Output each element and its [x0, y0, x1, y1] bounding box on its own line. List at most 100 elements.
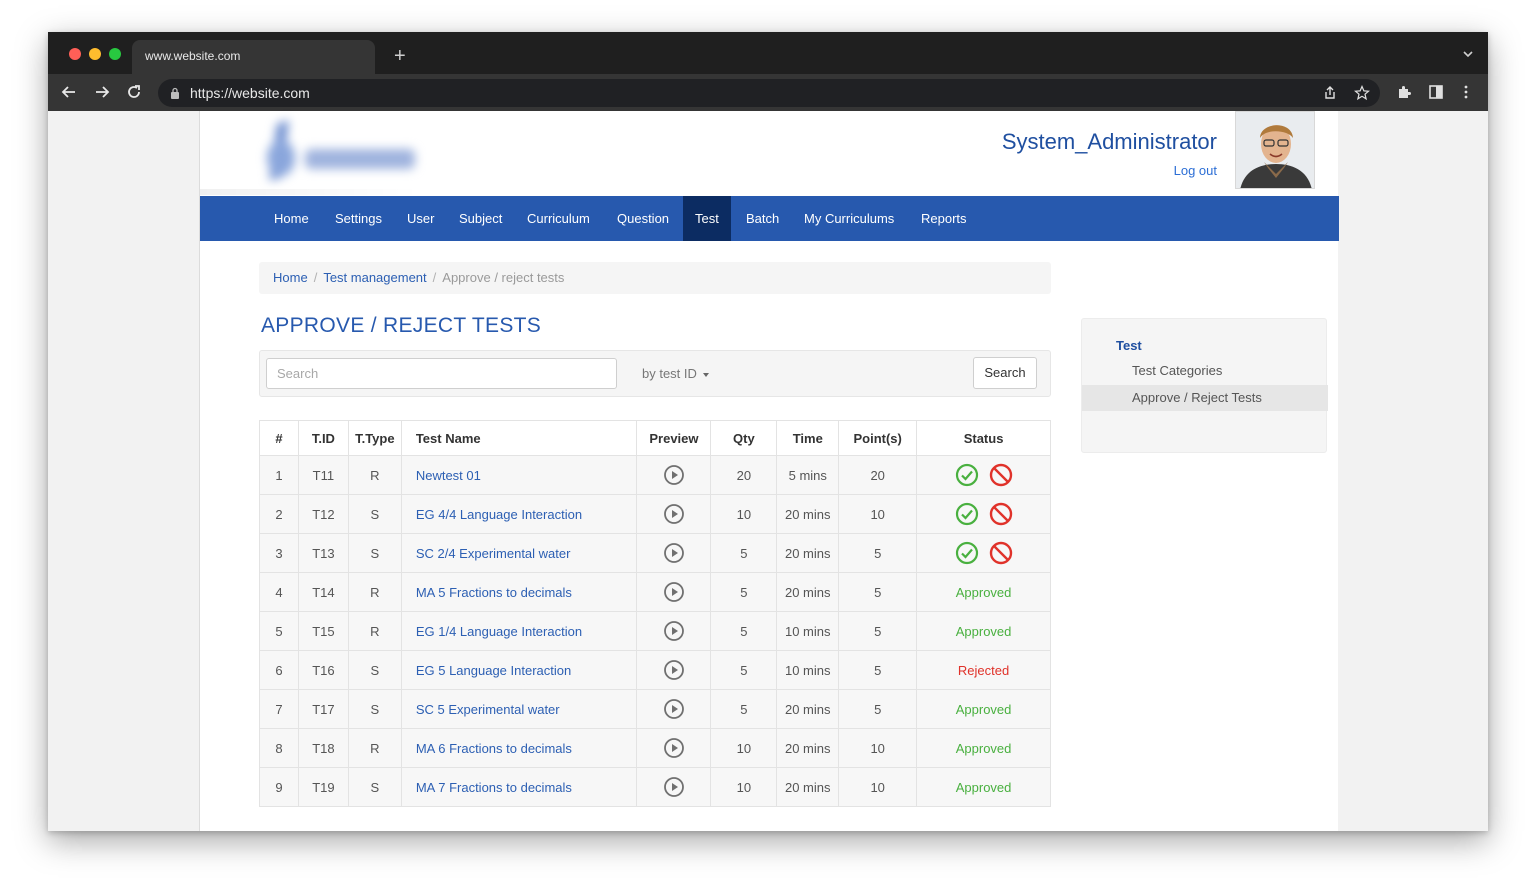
logout-link[interactable]: Log out	[1174, 163, 1217, 178]
cell-test-id: T11	[297, 455, 349, 495]
play-circle-icon[interactable]	[663, 542, 685, 564]
search-filter-dropdown[interactable]: by test ID	[642, 351, 709, 396]
share-icon[interactable]	[1322, 85, 1338, 101]
search-button[interactable]: Search	[973, 357, 1037, 389]
play-circle-icon[interactable]	[663, 659, 685, 681]
ban-icon[interactable]	[989, 502, 1013, 526]
new-tab-button[interactable]: +	[394, 42, 406, 70]
play-circle-icon[interactable]	[663, 698, 685, 720]
nav-user[interactable]: User	[395, 196, 446, 241]
caret-down-icon	[702, 372, 709, 377]
ban-icon[interactable]	[989, 541, 1013, 565]
play-circle-icon[interactable]	[663, 464, 685, 486]
nav-test[interactable]: Test	[683, 196, 731, 241]
logo-graphic-icon	[267, 120, 415, 180]
side-panel-icon[interactable]	[1428, 84, 1444, 100]
extensions-puzzle-icon[interactable]	[1396, 84, 1412, 100]
cell-preview	[636, 533, 712, 573]
nav-curriculum[interactable]: Curriculum	[515, 196, 602, 241]
cell-number: 4	[259, 572, 299, 612]
nav-question[interactable]: Question	[605, 196, 681, 241]
test-name-link[interactable]: SC 5 Experimental water	[416, 702, 560, 717]
check-circle-icon[interactable]	[955, 502, 979, 526]
column-header: T.ID	[297, 420, 349, 456]
check-circle-icon[interactable]	[955, 541, 979, 565]
breadcrumb: Home / Test management / Approve / reject te…	[259, 262, 1051, 294]
user-avatar[interactable]	[1235, 111, 1315, 189]
nav-settings[interactable]: Settings	[323, 196, 394, 241]
cell-qty: 5	[710, 689, 778, 729]
cell-time: 5 mins	[776, 455, 840, 495]
chevron-down-icon[interactable]	[1462, 48, 1474, 60]
cell-points: 20	[838, 455, 918, 495]
play-circle-icon[interactable]	[663, 620, 685, 642]
nav-batch[interactable]: Batch	[734, 196, 791, 241]
cell-test-name: MA 7 Fractions to decimals	[400, 767, 638, 807]
play-circle-icon[interactable]	[663, 503, 685, 525]
cell-test-id: T13	[297, 533, 349, 573]
test-name-link[interactable]: EG 5 Language Interaction	[416, 663, 571, 678]
cell-test-id: T18	[297, 728, 349, 768]
side-menu-item-test-categories[interactable]: Test Categories	[1082, 358, 1328, 384]
cell-points: 5	[838, 650, 918, 690]
bookmark-star-icon[interactable]	[1354, 85, 1370, 101]
cell-preview	[636, 650, 712, 690]
status-text: Approved	[955, 623, 1012, 639]
side-menu-item-approve-reject[interactable]: Approve / Reject Tests	[1082, 385, 1328, 411]
column-header: Qty	[710, 420, 778, 456]
breadcrumb-test-management[interactable]: Test management	[323, 270, 426, 285]
window-zoom-button[interactable]	[109, 48, 121, 60]
cell-time: 10 mins	[776, 650, 840, 690]
nav-my-curriculums[interactable]: My Curriculums	[792, 196, 906, 241]
cell-test-name: EG 4/4 Language Interaction	[400, 494, 638, 534]
status-actions-cell	[916, 494, 1051, 534]
search-input[interactable]	[266, 358, 617, 389]
play-circle-icon[interactable]	[663, 737, 685, 759]
table-row: 6 T16 S EG 5 Language Interaction 5 10 mins 5 R…	[259, 650, 1051, 690]
browser-toolbar: https://website.com	[48, 74, 1488, 111]
ban-icon[interactable]	[989, 463, 1013, 487]
window-minimize-button[interactable]	[89, 48, 101, 60]
status-cell: Approved	[916, 689, 1051, 729]
column-header: T.Type	[347, 420, 402, 456]
cell-time: 20 mins	[776, 533, 840, 573]
site-container: System_Administrator Log out Home Settin…	[199, 111, 1339, 831]
side-menu-title[interactable]: Test	[1116, 338, 1142, 353]
play-circle-icon[interactable]	[663, 581, 685, 603]
cell-time: 20 mins	[776, 494, 840, 534]
status-actions-cell	[916, 533, 1051, 573]
nav-reports[interactable]: Reports	[909, 196, 979, 241]
cell-qty: 5	[710, 572, 778, 612]
cell-number: 2	[259, 494, 299, 534]
column-header: Test Name	[400, 420, 638, 456]
reload-icon[interactable]	[125, 83, 143, 101]
nav-home[interactable]: Home	[262, 196, 321, 241]
status-text: Approved	[955, 740, 1012, 756]
address-bar[interactable]: https://website.com	[158, 79, 1380, 107]
test-name-link[interactable]: EG 1/4 Language Interaction	[416, 624, 582, 639]
cell-number: 9	[259, 767, 299, 807]
check-circle-icon[interactable]	[955, 463, 979, 487]
test-name-link[interactable]: Newtest 01	[416, 468, 481, 483]
nav-subject[interactable]: Subject	[447, 196, 514, 241]
back-arrow-icon[interactable]	[60, 83, 78, 101]
search-panel: by test ID Search	[259, 350, 1051, 397]
test-name-link[interactable]: MA 5 Fractions to decimals	[416, 585, 572, 600]
more-menu-icon[interactable]	[1458, 84, 1474, 100]
browser-tab[interactable]: www.website.com	[132, 40, 375, 74]
cell-time: 20 mins	[776, 767, 840, 807]
cell-test-id: T14	[297, 572, 349, 612]
test-name-link[interactable]: EG 4/4 Language Interaction	[416, 507, 582, 522]
cell-points: 10	[838, 767, 918, 807]
cell-time: 10 mins	[776, 611, 840, 651]
cell-test-id: T12	[297, 494, 349, 534]
play-circle-icon[interactable]	[663, 776, 685, 798]
breadcrumb-home[interactable]: Home	[273, 270, 308, 285]
test-name-link[interactable]: MA 6 Fractions to decimals	[416, 741, 572, 756]
site-logo[interactable]	[255, 116, 425, 186]
forward-arrow-icon[interactable]	[93, 83, 111, 101]
test-name-link[interactable]: MA 7 Fractions to decimals	[416, 780, 572, 795]
window-close-button[interactable]	[69, 48, 81, 60]
test-name-link[interactable]: SC 2/4 Experimental water	[416, 546, 571, 561]
cell-test-type: R	[347, 572, 402, 612]
